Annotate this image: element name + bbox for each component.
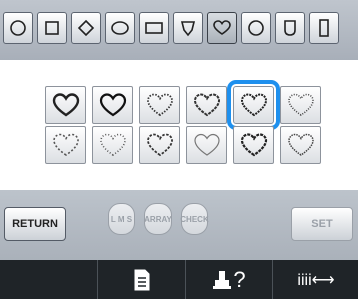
heart-stitch-icon [193, 133, 220, 156]
footer-bar: ? iiii⟷ [0, 260, 358, 299]
help-button[interactable]: ? [185, 260, 273, 299]
pattern-tile-10[interactable] [186, 126, 227, 164]
shape-shield-button[interactable] [173, 12, 203, 44]
heart-stitch-icon [287, 133, 314, 156]
pattern-tile-3[interactable] [139, 86, 180, 124]
shape-diamond-button[interactable] [71, 12, 101, 44]
pattern-tile-6[interactable] [280, 86, 321, 124]
tension-button[interactable]: iiii⟷ [272, 260, 358, 299]
diamond-icon [77, 19, 95, 37]
heart-stitch-icon [52, 93, 79, 117]
heart-icon [213, 20, 231, 35]
set-button[interactable]: SET [291, 207, 353, 241]
heart-stitch-icon [240, 133, 267, 157]
shape-octagon-circle-button[interactable] [241, 12, 271, 44]
action-bar: RETURN L M S ARRAY CHECK SET [0, 190, 358, 260]
pattern-tile-12[interactable] [280, 126, 321, 164]
pattern-tile-2[interactable] [92, 86, 133, 124]
shape-rectangle-button[interactable] [139, 12, 169, 44]
shield-rounded-icon [284, 20, 296, 36]
pattern-tile-8[interactable] [92, 126, 133, 164]
heart-stitch-icon [146, 93, 173, 117]
shape-square-button[interactable] [37, 12, 67, 44]
pattern-tile-11[interactable] [233, 126, 274, 164]
pattern-tile-7[interactable] [45, 126, 86, 164]
help-label: ? [233, 266, 246, 292]
pattern-tile-4[interactable] [186, 86, 227, 124]
pattern-tile-9[interactable] [139, 126, 180, 164]
footer-blank [0, 260, 97, 299]
shape-shield-rounded-button[interactable] [275, 12, 305, 44]
heart-stitch-icon [99, 93, 126, 117]
oval-icon [111, 21, 129, 35]
lms-button[interactable]: L M S [108, 203, 135, 235]
square-icon [45, 21, 59, 35]
list-icon [134, 269, 150, 290]
shape-circle-button[interactable] [3, 12, 33, 44]
heart-stitch-icon [146, 133, 173, 157]
tall-rectangle-icon [319, 19, 329, 37]
heart-stitch-icon [193, 93, 220, 117]
shield-icon [180, 21, 196, 37]
array-button[interactable]: ARRAY [144, 203, 172, 235]
pattern-tile-5[interactable] [227, 80, 280, 130]
pattern-tile-1[interactable] [45, 86, 86, 124]
heart-stitch-icon [240, 93, 267, 117]
check-button[interactable]: CHECK [180, 203, 209, 235]
shape-oval-button[interactable] [105, 12, 135, 44]
rectangle-icon [145, 22, 163, 34]
heart-stitch-icon [52, 133, 79, 156]
shape-heart-button[interactable] [207, 12, 237, 44]
machine-icon [213, 270, 232, 289]
heart-stitch-icon [99, 133, 126, 156]
octagon-circle-icon [248, 20, 264, 36]
list-button[interactable] [97, 260, 186, 299]
shape-tall-rectangle-button[interactable] [309, 12, 339, 44]
shape-toolbar [0, 0, 358, 60]
heart-stitch-icon [287, 93, 314, 116]
return-button[interactable]: RETURN [4, 207, 66, 241]
circle-icon [10, 20, 26, 36]
